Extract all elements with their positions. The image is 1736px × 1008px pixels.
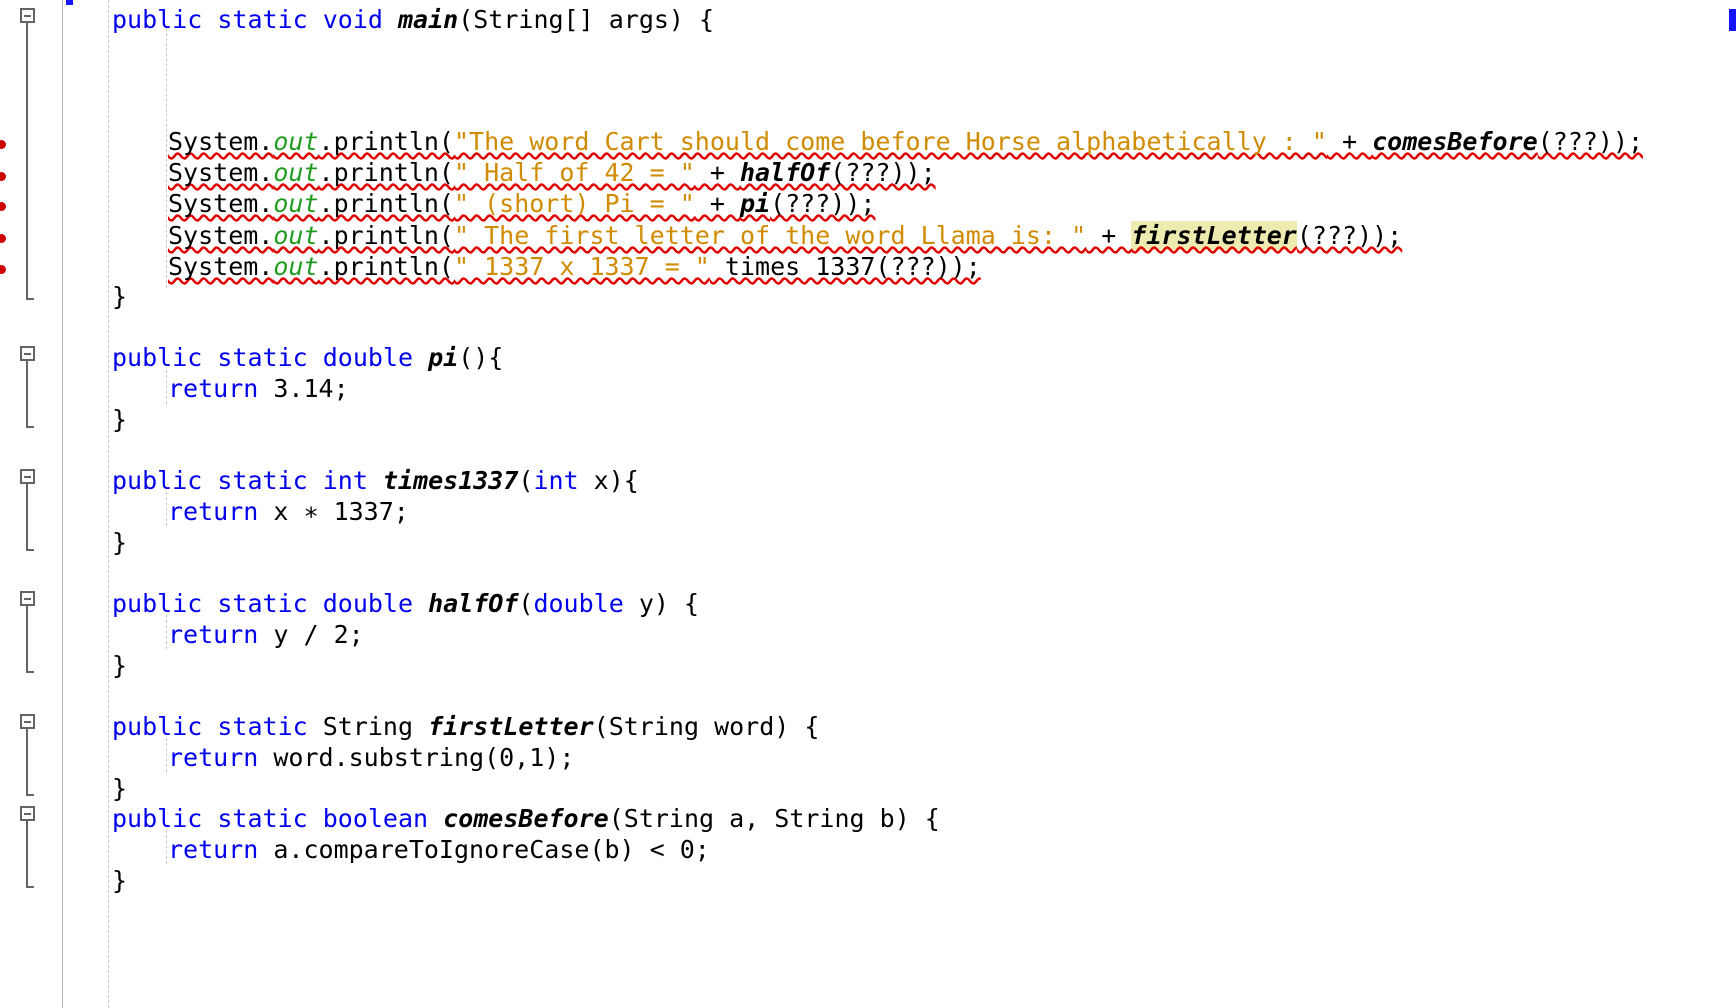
code-token: .println( — [318, 252, 454, 281]
code-token: (???)); — [1537, 127, 1644, 156]
code-token: comesBefore — [443, 804, 609, 833]
code-token: return — [168, 835, 259, 864]
code-token: String — [322, 712, 429, 741]
code-token: (???)); — [770, 189, 876, 218]
code-token: public static void — [112, 5, 398, 34]
line-println-comesbefore[interactable]: System.out.println("The word Cart should… — [0, 126, 1643, 157]
code-token: + — [1326, 127, 1373, 156]
code-token: pi — [739, 189, 771, 218]
line-firstletter-signature[interactable]: public static String firstLetter(String … — [0, 711, 819, 742]
code-token: public static double — [112, 589, 429, 618]
code-token: return — [168, 620, 259, 649]
line-halfof-close[interactable]: } — [0, 650, 127, 681]
code-token: main — [397, 5, 459, 34]
code-token: ( — [518, 589, 534, 618]
code-token: (){ — [458, 343, 504, 372]
code-token: x ∗ 1337; — [258, 497, 409, 526]
code-token: public static int — [112, 466, 383, 495]
line-times1337-signature[interactable]: public static int times1337(int x){ — [0, 465, 639, 496]
line-halfof-signature[interactable]: public static double halfOf(double y) { — [0, 588, 699, 619]
line-println-firstletter[interactable]: System.out.println(" The first letter of… — [0, 220, 1402, 251]
code-token: } — [112, 651, 128, 680]
code-token: "The word Cart should come before Horse … — [453, 127, 1327, 156]
code-token: .println( — [318, 158, 454, 187]
code-token: out — [273, 221, 319, 250]
code-token: times1337 — [382, 466, 519, 495]
code-token: System. — [168, 158, 274, 187]
code-token: " (short) Pi = " — [453, 189, 695, 218]
code-token: y / 2; — [258, 620, 364, 649]
line-comesbefore-close[interactable]: } — [0, 865, 127, 896]
code-token: } — [112, 774, 128, 803]
line-times1337-close[interactable]: } — [0, 527, 127, 558]
line-comesbefore-signature[interactable]: public static boolean comesBefore(String… — [0, 803, 940, 834]
code-token: halfOf — [739, 158, 831, 187]
code-token: word.substring(0,1); — [258, 743, 575, 772]
line-comesbefore-return[interactable]: return a.compareToIgnoreCase(b) < 0; — [0, 834, 710, 865]
code-token: + — [694, 158, 740, 187]
code-token: } — [112, 866, 128, 895]
code-token: } — [112, 528, 128, 557]
code-token: ( — [518, 466, 534, 495]
code-token: .println( — [318, 221, 454, 250]
code-token: x){ — [578, 466, 639, 495]
code-token: System. — [168, 221, 274, 250]
line-main-signature[interactable]: public static void main(String[] args) { — [0, 4, 714, 35]
code-token: System. — [168, 127, 274, 156]
code-editor[interactable]: public static void main(String[] args) {… — [0, 0, 1736, 1008]
code-token: + — [1086, 221, 1132, 250]
code-token: } — [112, 405, 128, 434]
code-token: firstLetter — [1131, 221, 1297, 250]
code-token: System. — [168, 189, 274, 218]
code-token: .println( — [318, 127, 454, 156]
code-token: public static boolean — [112, 804, 444, 833]
line-firstletter-return[interactable]: return word.substring(0,1); — [0, 742, 574, 773]
code-token: y) { — [623, 589, 700, 618]
line-println-halfof[interactable]: System.out.println(" Half of 42 = " + ha… — [0, 157, 936, 188]
code-token: public static double — [112, 343, 429, 372]
code-token: + — [694, 189, 740, 218]
code-token: double — [533, 589, 624, 618]
code-token: " Half of 42 = " — [453, 158, 695, 187]
code-token: return — [168, 374, 259, 403]
code-token: (String[] args) { — [458, 5, 715, 34]
code-token: out — [273, 189, 319, 218]
line-pi-close[interactable]: } — [0, 404, 127, 435]
code-token: comesBefore — [1372, 127, 1538, 156]
code-token: } — [112, 282, 128, 311]
code-token: (???)); — [830, 158, 936, 187]
code-token: pi — [428, 343, 459, 372]
code-token: .println( — [318, 189, 454, 218]
code-token: 3.14; — [258, 374, 349, 403]
code-token: int — [533, 466, 579, 495]
line-main-close[interactable]: } — [0, 281, 127, 312]
code-token: halfOf — [428, 589, 519, 618]
code-token: public static — [112, 712, 323, 741]
line-pi-return[interactable]: return 3.14; — [0, 373, 349, 404]
code-token: times 1337(???)); — [709, 252, 981, 281]
code-token: " The first letter of the word Llama is:… — [453, 221, 1087, 250]
code-text-area[interactable]: public static void main(String[] args) {… — [0, 0, 1736, 1008]
code-token: " 1337 x 1337 = " — [453, 252, 710, 281]
code-token: return — [168, 743, 259, 772]
line-pi-signature[interactable]: public static double pi(){ — [0, 342, 503, 373]
line-firstletter-close[interactable]: } — [0, 773, 127, 804]
code-token: (String a, String b) { — [608, 804, 940, 833]
code-token: System. — [168, 252, 274, 281]
code-token: out — [273, 158, 319, 187]
line-halfof-return[interactable]: return y / 2; — [0, 619, 364, 650]
code-token: firstLetter — [428, 712, 594, 741]
line-println-times1337[interactable]: System.out.println(" 1337 x 1337 = " tim… — [0, 251, 981, 282]
code-token: out — [273, 127, 319, 156]
code-token: a.compareToIgnoreCase(b) < 0; — [258, 835, 710, 864]
code-token: (???)); — [1296, 221, 1403, 250]
line-println-pi[interactable]: System.out.println(" (short) Pi = " + pi… — [0, 188, 875, 219]
line-times1337-return[interactable]: return x ∗ 1337; — [0, 496, 409, 527]
code-token: (String word) { — [593, 712, 820, 741]
code-token: out — [273, 252, 319, 281]
code-token: return — [168, 497, 259, 526]
